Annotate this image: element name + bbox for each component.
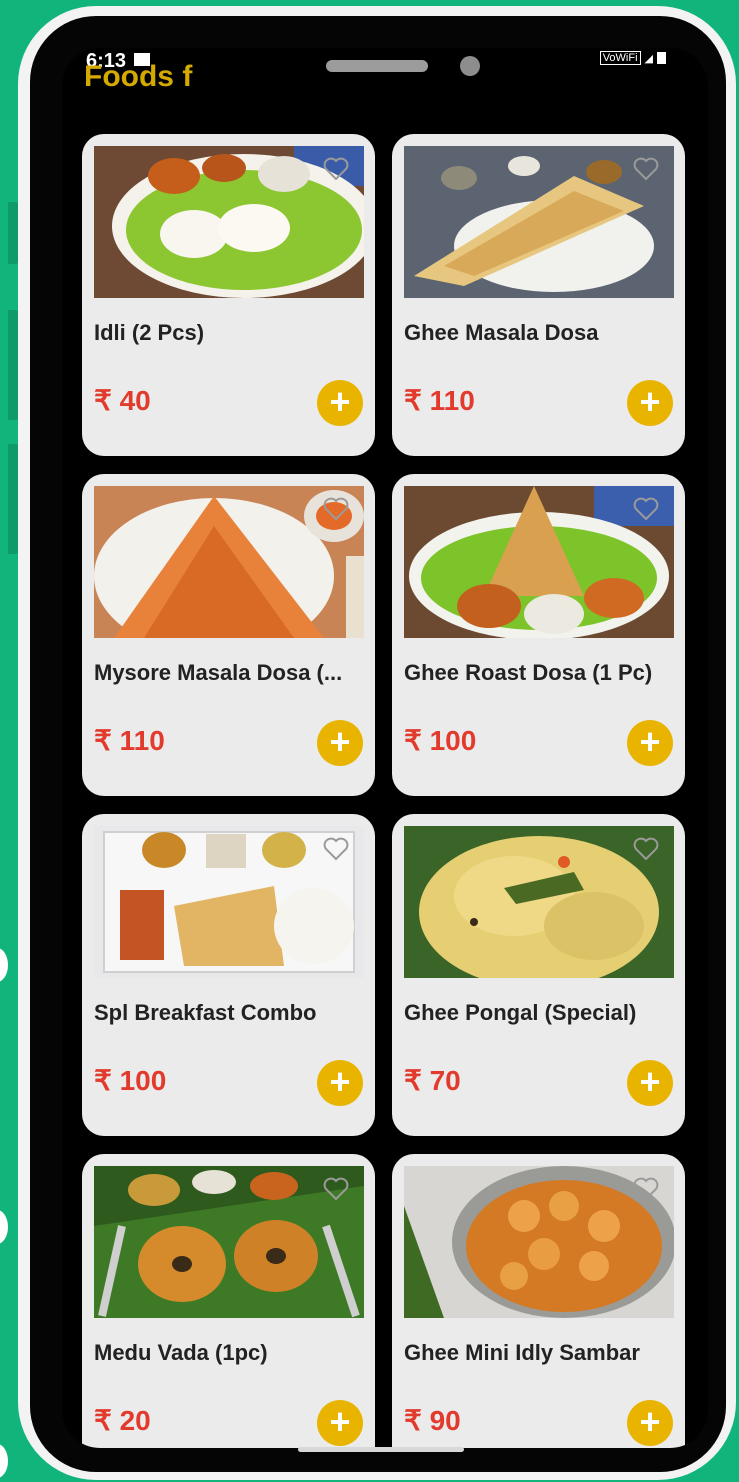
food-card[interactable]: Ghee Pongal (Special) ₹ 70 + — [392, 814, 685, 1136]
food-card[interactable]: Ghee Masala Dosa ₹ 110 + — [392, 134, 685, 456]
plus-icon: + — [639, 1061, 661, 1102]
plus-icon: + — [329, 1401, 351, 1442]
plus-icon: + — [329, 381, 351, 422]
food-name: Ghee Mini Idly Sambar — [404, 1340, 640, 1365]
food-card[interactable]: Spl Breakfast Combo ₹ 100 + — [82, 814, 375, 1136]
plus-icon: + — [639, 721, 661, 762]
plus-icon: + — [329, 1061, 351, 1102]
heart-icon[interactable] — [633, 1176, 659, 1202]
add-to-cart-button[interactable]: + — [627, 1060, 673, 1106]
battery-icon — [657, 52, 666, 64]
food-name: Medu Vada (1pc) — [94, 1340, 268, 1365]
heart-icon[interactable] — [323, 1176, 349, 1202]
food-price: ₹ 100 — [404, 725, 477, 756]
add-to-cart-button[interactable]: + — [317, 380, 363, 426]
food-name: Spl Breakfast Combo — [94, 1000, 317, 1025]
food-price: ₹ 20 — [94, 1405, 151, 1436]
front-camera — [460, 56, 480, 76]
add-to-cart-button[interactable]: + — [317, 720, 363, 766]
plus-icon: + — [639, 1401, 661, 1442]
add-to-cart-button[interactable]: + — [317, 1060, 363, 1106]
plus-icon: + — [329, 721, 351, 762]
app-screen: 6:13 VoWiFi ◢ Foods f Idli (2 Pcs) ₹ 40 … — [62, 48, 708, 1448]
food-price: ₹ 70 — [404, 1065, 461, 1096]
food-price: ₹ 110 — [94, 725, 165, 756]
food-name: Mysore Masala Dosa (... — [94, 660, 343, 685]
food-price: ₹ 100 — [94, 1065, 167, 1096]
heart-icon[interactable] — [633, 496, 659, 522]
food-name: Ghee Masala Dosa — [404, 320, 599, 345]
heart-icon[interactable] — [633, 156, 659, 182]
decorative-dot — [0, 1444, 8, 1478]
food-card[interactable]: Ghee Roast Dosa (1 Pc) ₹ 100 + — [392, 474, 685, 796]
heart-icon[interactable] — [323, 836, 349, 862]
signal-icon: ◢ — [644, 52, 653, 65]
phone-notch — [200, 48, 570, 104]
food-card[interactable]: Medu Vada (1pc) ₹ 20 + — [82, 1154, 375, 1448]
heart-icon[interactable] — [323, 496, 349, 522]
speaker-grille — [326, 60, 428, 72]
food-name: Ghee Pongal (Special) — [404, 1000, 637, 1025]
food-price: ₹ 40 — [94, 385, 151, 416]
add-to-cart-button[interactable]: + — [627, 1400, 673, 1446]
plus-icon: + — [639, 381, 661, 422]
food-price: ₹ 90 — [404, 1405, 461, 1436]
food-card[interactable]: Mysore Masala Dosa (... ₹ 110 + — [82, 474, 375, 796]
food-card[interactable]: Idli (2 Pcs) ₹ 40 + — [82, 134, 375, 456]
add-to-cart-button[interactable]: + — [627, 380, 673, 426]
add-to-cart-button[interactable]: + — [317, 1400, 363, 1446]
wifi-calling-label: VoWiFi — [599, 51, 641, 65]
add-to-cart-button[interactable]: + — [627, 720, 673, 766]
food-price: ₹ 110 — [404, 385, 475, 416]
page-title: Foods f — [84, 60, 193, 93]
home-indicator[interactable] — [298, 1447, 464, 1452]
food-name: Idli (2 Pcs) — [94, 320, 205, 345]
food-name: Ghee Roast Dosa (1 Pc) — [404, 660, 653, 685]
decorative-dot — [0, 948, 8, 982]
heart-icon[interactable] — [323, 156, 349, 182]
status-icons: VoWiFi ◢ — [599, 51, 666, 65]
food-card[interactable]: Ghee Mini Idly Sambar ₹ 90 + — [392, 1154, 685, 1448]
heart-icon[interactable] — [633, 836, 659, 862]
decorative-dot — [0, 1210, 8, 1244]
